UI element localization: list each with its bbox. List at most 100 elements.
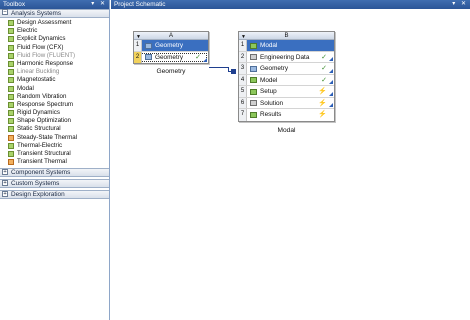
modal-system-icon (250, 42, 257, 49)
system-a-column-label: A (168, 33, 173, 39)
section-label: Design Exploration (11, 191, 65, 199)
model-icon (250, 77, 257, 83)
toolbox-item-random-vibration[interactable]: Random Vibration (0, 93, 109, 101)
analysis-system-icon (8, 118, 14, 125)
toolbox-item-response-spectrum[interactable]: Response Spectrum (0, 101, 109, 109)
row-number: 1 (134, 40, 142, 51)
cell-corner-marker-icon (329, 103, 333, 107)
system-b-row-5[interactable]: 5 Setup ⚡ (239, 86, 334, 98)
analysis-system-icon (8, 36, 14, 43)
system-a-row-1[interactable]: 1 Geometry (134, 40, 208, 52)
toolbox-item-modal[interactable]: Modal (0, 85, 109, 93)
toolbox-item-harmonic-response[interactable]: Harmonic Response (0, 60, 109, 68)
row-number: 4 (239, 74, 247, 85)
cell-corner-marker-icon (203, 58, 207, 62)
row-number: 2 (134, 51, 142, 63)
expand-icon[interactable]: + (2, 190, 8, 197)
row-number: 7 (239, 109, 247, 121)
analysis-systems-list: Design Assessment Electric Explicit Dyna… (0, 18, 109, 166)
toolbox-item-transient-thermal[interactable]: Transient Thermal (0, 158, 109, 166)
row-label: Geometry (155, 42, 184, 49)
toolbox-window-controls[interactable]: ▾ ✕ (91, 0, 107, 9)
analysis-system-icon (8, 110, 14, 117)
toolbox-item-steady-state-thermal[interactable]: Steady-State Thermal (0, 134, 109, 142)
row-label: Solution (260, 99, 284, 107)
system-a-geometry[interactable]: ▼ A 1 Geometry 2 Geometry ✓ (133, 31, 209, 64)
system-a-row-2[interactable]: 2 Geometry ✓ (134, 51, 208, 63)
system-b-modal[interactable]: ▼ B 1 Modal 2 Engineering Data ✓ 3 Geome… (238, 31, 335, 122)
refresh-required-icon: ⚡ (318, 88, 327, 95)
system-a-header[interactable]: ▼ A (134, 32, 208, 40)
toolbox-titlebar: Toolbox ▾ ✕ (0, 0, 109, 9)
row-number: 5 (239, 86, 247, 97)
collapse-icon[interactable]: − (2, 9, 8, 16)
system-a-caption[interactable]: Geometry (133, 68, 209, 75)
schematic-titlebar: Project Schematic ▾ ✕ (111, 0, 470, 9)
section-label: Analysis Systems (11, 10, 62, 17)
geometry-icon (250, 65, 257, 72)
analysis-system-icon (8, 159, 14, 166)
row-label: Engineering Data (260, 53, 310, 61)
analysis-system-icon (8, 85, 14, 92)
analysis-system-icon (8, 28, 14, 35)
analysis-system-icon (8, 151, 14, 157)
expand-icon[interactable]: + (2, 179, 8, 186)
system-b-row-3[interactable]: 3 Geometry ✓ (239, 63, 334, 75)
toolbox-item-transient-structural[interactable]: Transient Structural (0, 150, 109, 158)
toolbox-item-electric[interactable]: Electric (0, 27, 109, 35)
section-analysis-systems[interactable]: − Analysis Systems (0, 9, 109, 18)
up-to-date-check-icon: ✓ (195, 53, 201, 61)
schematic-window-controls[interactable]: ▾ ✕ (452, 0, 468, 9)
toolbox-item-fluid-flow-cfx[interactable]: Fluid Flow (CFX) (0, 44, 109, 52)
row-label: Model (260, 76, 278, 84)
analysis-system-icon (8, 60, 14, 67)
connection-node-icon (231, 69, 236, 74)
row-label: Setup (260, 88, 277, 95)
up-to-date-check-icon: ✓ (321, 76, 327, 84)
geometry-icon (145, 54, 152, 60)
expand-icon[interactable]: + (2, 168, 8, 175)
results-icon (250, 111, 257, 118)
row-label: Geometry (260, 65, 289, 72)
toolbox-item-thermal-electric[interactable]: Thermal-Electric (0, 142, 109, 150)
analysis-system-icon (8, 126, 14, 133)
cell-corner-marker-icon (329, 57, 333, 61)
toolbox-item-linear-buckling[interactable]: Linear Buckling (0, 68, 109, 76)
setup-icon (250, 88, 257, 95)
system-b-row-7[interactable]: 7 Results ⚡ (239, 109, 334, 121)
up-to-date-check-icon: ✓ (321, 65, 327, 72)
system-b-caption[interactable]: Modal (238, 127, 335, 134)
project-schematic-panel[interactable]: Project Schematic ▾ ✕ ▼ A 1 Geometry 2 G… (111, 0, 470, 320)
analysis-system-icon (8, 77, 14, 84)
toolbox-item-magnetostatic[interactable]: Magnetostatic (0, 76, 109, 84)
system-b-row-1[interactable]: 1 Modal (239, 40, 334, 52)
section-custom-systems[interactable]: + Custom Systems (0, 179, 109, 189)
analysis-system-icon (8, 101, 14, 108)
row-label: Geometry (155, 53, 184, 61)
refresh-required-icon: ⚡ (318, 111, 327, 118)
section-label: Component Systems (11, 169, 71, 177)
solution-icon (250, 100, 257, 106)
cell-corner-marker-icon (329, 80, 333, 84)
system-b-row-4[interactable]: 4 Model ✓ (239, 74, 334, 86)
toolbox-item-fluid-flow-fluent[interactable]: Fluid Flow (FLUENT) (0, 52, 109, 60)
section-component-systems[interactable]: + Component Systems (0, 168, 109, 178)
analysis-system-icon (8, 52, 14, 59)
refresh-required-icon: ⚡ (318, 99, 327, 107)
section-design-exploration[interactable]: + Design Exploration (0, 190, 109, 200)
toolbox-item-static-structural[interactable]: Static Structural (0, 125, 109, 133)
system-b-header[interactable]: ▼ B (239, 32, 334, 40)
analysis-system-icon (8, 93, 14, 100)
toolbox-panel: Toolbox ▾ ✕ − Analysis Systems Design Ass… (0, 0, 110, 320)
analysis-system-icon (8, 134, 14, 141)
cell-corner-marker-icon (329, 68, 333, 73)
system-b-row-2[interactable]: 2 Engineering Data ✓ (239, 51, 334, 63)
system-b-row-6[interactable]: 6 Solution ⚡ (239, 97, 334, 109)
toolbox-item-rigid-dynamics[interactable]: Rigid Dynamics (0, 109, 109, 117)
section-label: Custom Systems (11, 180, 60, 188)
analysis-system-icon (8, 69, 14, 76)
toolbox-item-explicit-dynamics[interactable]: Explicit Dynamics (0, 35, 109, 43)
toolbox-item-shape-optimization[interactable]: Shape Optimization (0, 117, 109, 125)
analysis-system-icon (8, 20, 14, 26)
toolbox-item-design-assessment[interactable]: Design Assessment (0, 19, 109, 27)
